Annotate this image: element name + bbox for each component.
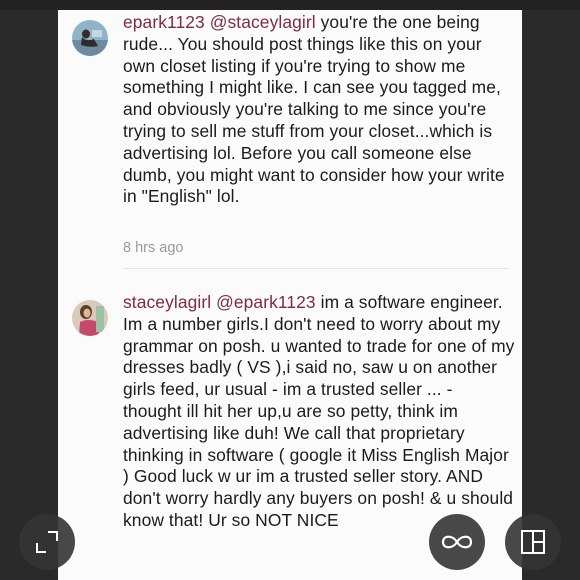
avatar-image-icon	[72, 300, 108, 336]
avatar[interactable]	[72, 20, 108, 56]
comment-text: epark1123 @staceylagirl you're the one b…	[123, 12, 515, 208]
expand-icon	[36, 531, 58, 553]
avatar[interactable]	[72, 300, 108, 336]
expand-button[interactable]	[19, 514, 75, 570]
top-bar	[0, 0, 580, 10]
comment-username[interactable]: staceylagirl	[123, 292, 211, 312]
screen: epark1123 @staceylagirl you're the one b…	[0, 0, 580, 580]
avatar-image-icon	[72, 20, 108, 56]
comment-body: im a software engineer. Im a number girl…	[123, 292, 515, 530]
comment-mention[interactable]: @staceylagirl	[210, 12, 316, 32]
infinity-icon	[441, 535, 473, 549]
comment-text: staceylagirl @epark1123 im a software en…	[123, 292, 515, 532]
layout-button[interactable]	[505, 514, 561, 570]
comment-username[interactable]: epark1123	[123, 12, 205, 32]
comment-divider	[123, 268, 509, 269]
loop-button[interactable]	[429, 514, 485, 570]
comment-mention[interactable]: @epark1123	[216, 292, 316, 312]
comment-card: epark1123 @staceylagirl you're the one b…	[58, 10, 522, 580]
comment-timestamp: 8 hrs ago	[123, 240, 184, 256]
layout-icon	[521, 530, 545, 554]
comment-body: you're the one being rude... You should …	[123, 12, 505, 207]
